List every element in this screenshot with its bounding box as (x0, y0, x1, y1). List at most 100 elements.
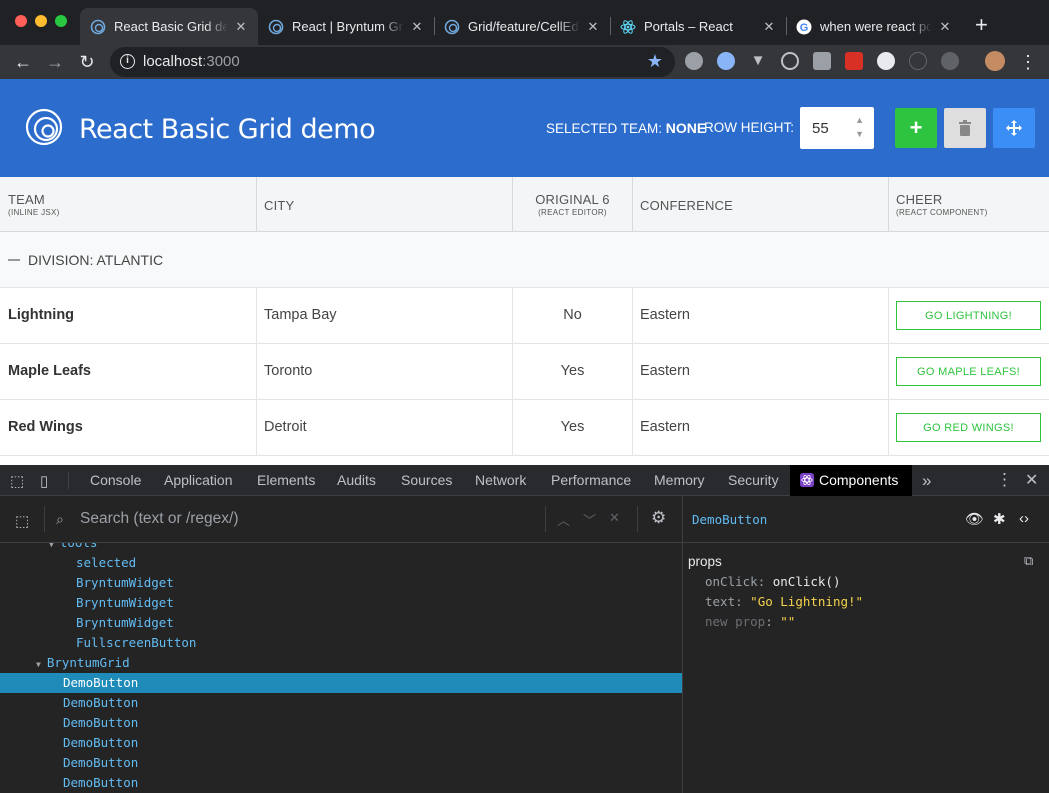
cell-team[interactable]: Maple Leafs (0, 344, 257, 400)
tab-close-icon[interactable]: ✕ (234, 19, 248, 35)
extension-info-icon[interactable] (909, 52, 927, 70)
extension-c-icon[interactable] (877, 52, 895, 70)
inspect-element-icon[interactable]: ⬚ (10, 472, 24, 490)
column-header-original6[interactable]: ORIGINAL 6 (REACT EDITOR) (513, 177, 633, 232)
tab-close-icon[interactable]: ✕ (938, 19, 952, 35)
browser-tab[interactable]: Grid/feature/CellEdit ✕ (434, 8, 610, 45)
url-text[interactable]: localhost:3000 (143, 53, 240, 70)
tree-node[interactable]: DemoButton (0, 733, 682, 753)
devtools-tab-application[interactable]: Application (164, 465, 233, 496)
tree-node[interactable]: BryntumWidget (0, 613, 682, 633)
spin-up-icon[interactable]: ▲ (855, 115, 864, 125)
table-row[interactable]: Lightning Tampa Bay No Eastern GO LIGHTN… (0, 288, 1049, 344)
devtools-tab-performance[interactable]: Performance (551, 465, 631, 496)
cell-conference[interactable]: Eastern (633, 400, 889, 456)
view-source-icon[interactable]: ‹› (1019, 510, 1029, 527)
close-devtools-icon[interactable]: ✕ (1025, 470, 1038, 490)
device-toolbar-icon[interactable]: ▯ (40, 472, 48, 490)
cell-city[interactable]: Tampa Bay (257, 288, 513, 344)
column-header-city[interactable]: CITY (257, 177, 513, 232)
devtools-tab-components[interactable]: Components (790, 465, 912, 496)
prop-value[interactable]: "Go Lightning!" (750, 594, 863, 609)
column-header-conference[interactable]: CONFERENCE (633, 177, 889, 232)
table-row[interactable]: Maple Leafs Toronto Yes Eastern GO MAPLE… (0, 344, 1049, 400)
prop-row[interactable]: onClick: onClick() (705, 574, 840, 589)
tab-close-icon[interactable]: ✕ (762, 19, 776, 35)
cell-original6[interactable]: No (513, 288, 633, 344)
tree-node[interactable]: ▼ BryntumGrid (0, 653, 682, 673)
tree-node[interactable]: DemoButton (0, 753, 682, 773)
minimize-window-button[interactable] (35, 15, 47, 27)
tab-close-icon[interactable]: ✕ (586, 19, 600, 35)
cell-original6[interactable]: Yes (513, 400, 633, 456)
extension-red-icon[interactable] (845, 52, 863, 70)
profile-avatar[interactable] (985, 51, 1005, 71)
debug-bug-icon[interactable]: ✱ (993, 510, 1006, 528)
tree-node[interactable]: ▼tools (0, 543, 682, 553)
extension-circle-icon[interactable] (717, 52, 735, 70)
row-height-input[interactable]: 55 ▲ ▼ (800, 107, 874, 149)
browser-tab[interactable]: Portals – React ✕ (610, 8, 786, 45)
new-prop-row[interactable]: new prop: "" (705, 614, 795, 629)
info-icon[interactable]: i (120, 54, 135, 69)
delete-button[interactable] (944, 108, 986, 148)
tree-node[interactable]: DemoButton (0, 713, 682, 733)
prop-row[interactable]: text: "Go Lightning!" (705, 594, 863, 609)
expand-arrow-icon[interactable]: ▼ (36, 655, 41, 675)
spin-down-icon[interactable]: ▼ (855, 129, 864, 139)
cell-team[interactable]: Lightning (0, 288, 257, 344)
prev-result-icon[interactable]: ︿ (557, 510, 570, 529)
devtools-tab-elements[interactable]: Elements (257, 465, 315, 496)
more-tabs-icon[interactable]: » (922, 465, 931, 496)
devtools-menu-icon[interactable]: ⋮ (996, 470, 1013, 490)
devtools-tab-network[interactable]: Network (475, 465, 526, 496)
fullscreen-button[interactable] (993, 108, 1035, 148)
browser-tab-active[interactable]: React Basic Grid demo ✕ (80, 8, 258, 45)
extension-chat-icon[interactable] (685, 52, 703, 70)
cheer-button[interactable]: GO MAPLE LEAFS! (896, 357, 1041, 386)
cheer-button[interactable]: GO LIGHTNING! (896, 301, 1041, 330)
maximize-window-button[interactable] (55, 15, 67, 27)
table-row[interactable]: Red Wings Detroit Yes Eastern GO RED WIN… (0, 400, 1049, 456)
inspect-dom-eye-icon[interactable]: 👁 (965, 510, 984, 528)
star-icon[interactable]: ★ (647, 51, 663, 72)
extension-bryntum-icon[interactable] (941, 52, 959, 70)
devtools-tab-sources[interactable]: Sources (401, 465, 452, 496)
cell-team[interactable]: Red Wings (0, 400, 257, 456)
prop-value[interactable]: onClick() (773, 574, 841, 589)
cell-conference[interactable]: Eastern (633, 344, 889, 400)
cell-original6[interactable]: Yes (513, 344, 633, 400)
cell-city[interactable]: Detroit (257, 400, 513, 456)
row-height-value[interactable]: 55 (812, 120, 829, 137)
browser-tab[interactable]: React | Bryntum Grid ✕ (258, 8, 434, 45)
search-input[interactable] (80, 510, 520, 528)
back-icon[interactable]: ← (11, 50, 35, 74)
cell-conference[interactable]: Eastern (633, 288, 889, 344)
reload-icon[interactable]: ↻ (75, 50, 99, 74)
tab-close-icon[interactable]: ✕ (410, 19, 424, 35)
gear-icon[interactable]: ⚙ (651, 508, 666, 528)
column-header-cheer[interactable]: CHEER (REACT COMPONENT) (889, 177, 1049, 232)
tree-node[interactable]: DemoButton (0, 773, 682, 793)
tree-node-selected[interactable]: DemoButton (0, 673, 682, 693)
next-result-icon[interactable]: ﹀ (583, 510, 596, 529)
select-element-icon[interactable]: ⬚ (15, 512, 29, 530)
browser-tab[interactable]: G when were react portals ✕ (786, 8, 962, 45)
prop-value[interactable]: "" (780, 614, 795, 629)
add-button[interactable]: + (895, 108, 937, 148)
extension-target-icon[interactable] (781, 52, 799, 70)
new-tab-icon[interactable]: + (975, 12, 988, 38)
column-header-team[interactable]: TEAM (INLINE JSX) (0, 177, 257, 232)
tree-node[interactable]: DemoButton (0, 693, 682, 713)
cell-city[interactable]: Toronto (257, 344, 513, 400)
tree-node[interactable]: BryntumWidget (0, 573, 682, 593)
clear-search-icon[interactable]: ✕ (609, 510, 620, 526)
devtools-tab-security[interactable]: Security (728, 465, 779, 496)
devtools-tab-console[interactable]: Console (90, 465, 141, 496)
forward-icon[interactable]: → (43, 50, 67, 74)
group-header-row[interactable]: DIVISION: ATLANTIC (0, 232, 1049, 288)
devtools-tab-audits[interactable]: Audits (337, 465, 376, 496)
devtools-tab-memory[interactable]: Memory (654, 465, 705, 496)
prop-key[interactable]: new prop (705, 614, 765, 629)
tree-node[interactable]: selected (0, 553, 682, 573)
